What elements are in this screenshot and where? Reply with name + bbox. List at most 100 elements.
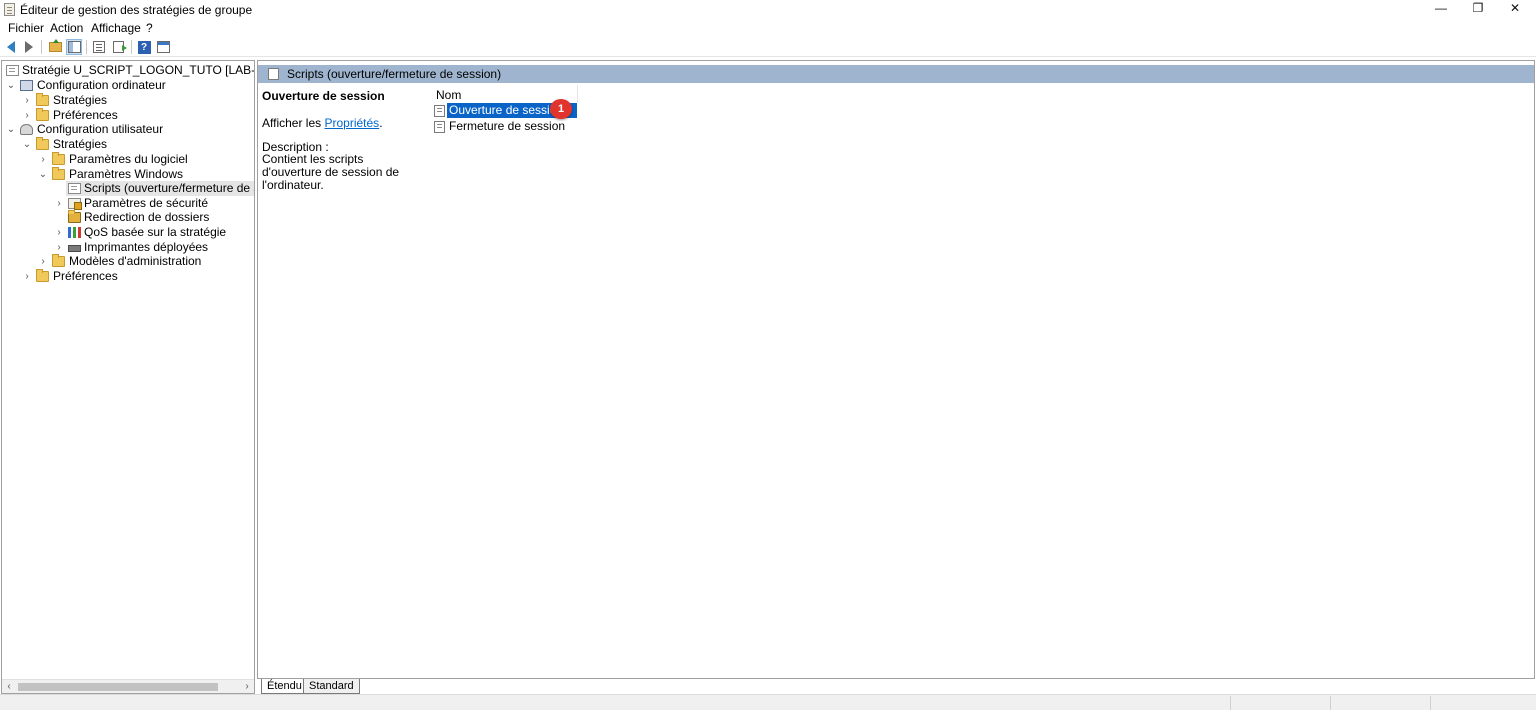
chevron-right-icon[interactable]: › <box>54 225 64 240</box>
description-panel: Ouverture de session Afficher les Propri… <box>258 83 426 683</box>
folder-up-icon <box>48 39 62 52</box>
scrollbar-thumb[interactable] <box>18 683 218 691</box>
chevron-right-icon[interactable]: › <box>54 196 64 211</box>
chevron-down-icon[interactable]: ⌄ <box>6 122 16 137</box>
tree-item-label: Stratégies <box>53 93 108 107</box>
title-bar: Éditeur de gestion des stratégies de gro… <box>0 0 1536 19</box>
user-icon <box>20 124 33 135</box>
tree-item-software-settings[interactable]: › Paramètres du logiciel <box>2 152 254 167</box>
column-header-label: Nom <box>436 88 462 102</box>
console-tree: Stratégie U_SCRIPT_LOGON_TUTO [LAB-DC1.2… <box>1 60 255 694</box>
chevron-right-icon[interactable]: › <box>22 93 32 108</box>
computer-icon <box>20 80 33 91</box>
menu-action[interactable]: Action <box>50 21 83 35</box>
tree-item-uc-strategies[interactable]: ⌄ Stratégies <box>2 137 254 152</box>
tree-item-admin-templates[interactable]: › Modèles d'administration <box>2 254 254 269</box>
details-header: Scripts (ouverture/fermeture de session) <box>258 65 1534 83</box>
tree-item-user-config[interactable]: ⌄ Configuration utilisateur <box>2 122 254 137</box>
folder-icon <box>36 93 49 106</box>
chevron-right-icon[interactable]: › <box>54 240 64 255</box>
list-item-label: Fermeture de session <box>449 119 566 133</box>
menu-affichage[interactable]: Affichage <box>91 21 141 35</box>
show-hide-tree-button[interactable] <box>66 39 82 55</box>
status-segment <box>1330 696 1430 710</box>
tree-item-root[interactable]: Stratégie U_SCRIPT_LOGON_TUTO [LAB-DC1.2… <box>2 63 254 78</box>
tree-item-label: Modèles d'administration <box>69 254 202 268</box>
tree-item-label: QoS basée sur la stratégie <box>84 225 227 239</box>
show-properties-prefix: Afficher les <box>262 116 325 130</box>
step-badge: 1 <box>550 99 572 119</box>
tree-item-label: Stratégie U_SCRIPT_LOGON_TUTO [LAB-DC1.2… <box>22 63 255 77</box>
back-button[interactable] <box>3 39 19 55</box>
chevron-right-icon[interactable]: › <box>38 254 48 269</box>
chevron-right-icon[interactable]: › <box>38 152 48 167</box>
properties-link[interactable]: Propriétés <box>324 116 379 130</box>
tree-item-label: Préférences <box>53 269 118 283</box>
printer-icon <box>68 245 81 252</box>
menu-help[interactable]: ? <box>146 21 153 35</box>
properties-icon <box>156 41 170 53</box>
chevron-down-icon[interactable]: ⌄ <box>22 137 32 152</box>
restore-button[interactable]: ❐ <box>1460 0 1496 19</box>
help-button[interactable]: ? <box>136 39 152 55</box>
help-icon: ? <box>137 40 151 54</box>
window-title: Éditeur de gestion des stratégies de gro… <box>20 3 253 17</box>
tree-item-security-settings[interactable]: › Paramètres de sécurité <box>2 196 254 211</box>
tree-item-cc-preferences[interactable]: › Préférences <box>2 108 254 123</box>
tree-item-scripts[interactable]: Scripts (ouverture/fermeture de session) <box>66 181 254 196</box>
script-icon <box>434 105 445 117</box>
details-header-title: Scripts (ouverture/fermeture de session) <box>287 67 502 81</box>
status-bar <box>0 694 1536 710</box>
back-arrow-icon <box>7 41 15 53</box>
console-tree-icon <box>67 41 81 53</box>
status-segment <box>1430 696 1536 710</box>
export-icon <box>112 41 127 53</box>
up-level-button[interactable] <box>47 39 63 55</box>
selected-item-title: Ouverture de session <box>262 89 385 103</box>
tree-item-qos[interactable]: › QoS basée sur la stratégie <box>2 225 254 240</box>
script-icon <box>434 121 445 133</box>
security-icon <box>68 198 82 210</box>
folder-icon <box>36 269 49 282</box>
scroll-right-icon[interactable]: › <box>240 680 254 693</box>
show-properties-line: Afficher les Propriétés. <box>262 116 383 130</box>
list-view-button[interactable] <box>91 39 107 55</box>
chevron-down-icon[interactable]: ⌄ <box>6 78 16 93</box>
tree-item-cc-strategies[interactable]: › Stratégies <box>2 93 254 108</box>
forward-arrow-icon <box>25 41 33 53</box>
scroll-left-icon[interactable]: ‹ <box>2 680 16 693</box>
folder-icon <box>52 152 65 165</box>
tree-item-uc-preferences[interactable]: › Préférences <box>2 269 254 284</box>
tree-item-label: Scripts (ouverture/fermeture de session) <box>84 181 254 195</box>
tree-item-folder-redirection[interactable]: Redirection de dossiers <box>2 210 254 225</box>
forward-button[interactable] <box>21 39 37 55</box>
tree-item-label: Redirection de dossiers <box>84 210 210 224</box>
tree-item-label: Configuration utilisateur <box>37 122 164 136</box>
close-button[interactable]: ✕ <box>1497 0 1533 19</box>
tab-extended[interactable]: Étendu <box>261 679 308 694</box>
policy-icon <box>6 65 19 76</box>
list-item-logoff[interactable]: Fermeture de session <box>434 119 584 134</box>
tree-item-label: Paramètres du logiciel <box>69 152 188 166</box>
tree-item-computer-config[interactable]: ⌄ Configuration ordinateur <box>2 78 254 93</box>
tab-standard[interactable]: Standard <box>303 679 360 694</box>
properties-button[interactable] <box>155 39 171 55</box>
menu-bar: Fichier Action Affichage ? <box>0 19 1536 37</box>
tree-item-printers[interactable]: › Imprimantes déployées <box>2 240 254 255</box>
menu-fichier[interactable]: Fichier <box>8 21 44 35</box>
scripts-icon <box>268 68 279 80</box>
tree-item-label: Paramètres Windows <box>69 167 184 181</box>
tree-item-label: Configuration ordinateur <box>37 78 166 92</box>
tree-item-label: Paramètres de sécurité <box>84 196 209 210</box>
toolbar-separator <box>131 40 132 54</box>
tree-item-windows-settings[interactable]: ⌄ Paramètres Windows <box>2 167 254 182</box>
chevron-right-icon[interactable]: › <box>22 269 32 284</box>
chevron-right-icon[interactable]: › <box>22 108 32 123</box>
view-tabs: Étendu Standard <box>257 678 1535 694</box>
export-list-button[interactable] <box>110 39 127 55</box>
toolbar-separator <box>41 40 42 54</box>
minimize-button[interactable]: — <box>1423 0 1459 19</box>
chevron-down-icon[interactable]: ⌄ <box>38 167 48 182</box>
tree-horizontal-scrollbar[interactable]: ‹ › <box>2 679 254 693</box>
folder-icon <box>36 108 49 121</box>
